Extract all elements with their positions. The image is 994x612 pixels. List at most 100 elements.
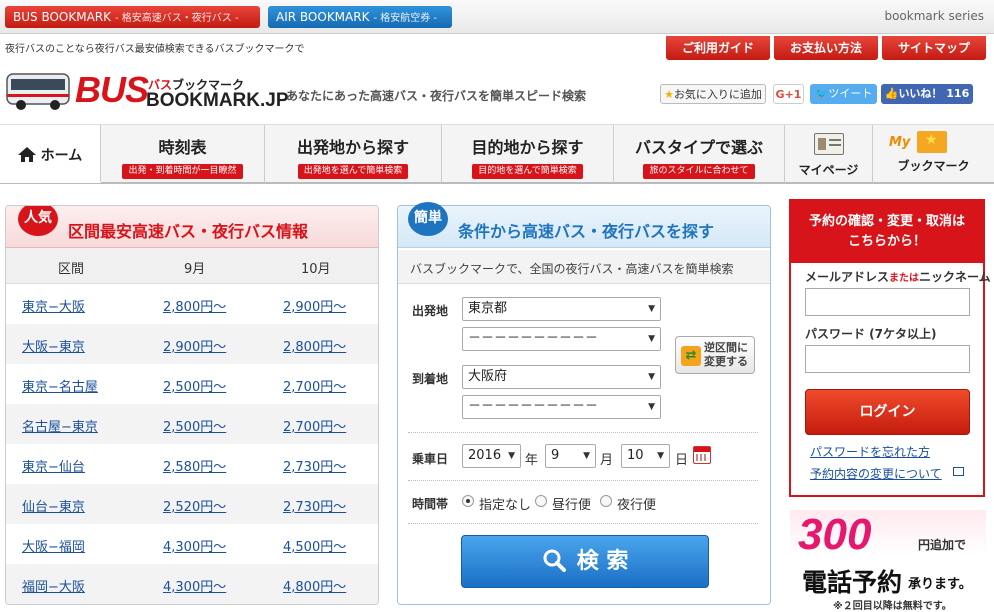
logo-bus-text[interactable]: BUS: [75, 70, 149, 110]
login-button[interactable]: ログイン: [805, 389, 970, 435]
sep-price-link[interactable]: 2,500円〜: [163, 376, 226, 395]
change-booking-link[interactable]: 予約内容の変更について: [810, 465, 942, 482]
external-link-icon: [953, 467, 964, 476]
nav-home-label: ホーム: [40, 148, 83, 164]
gplus-button[interactable]: G+1: [773, 84, 804, 104]
nav-departure[interactable]: 出発地から探す 出発地を選んで簡単検索: [265, 125, 442, 183]
phone-reservation-promo[interactable]: 300 円追加で 電話予約 承ります。 ※２回目以降は無料です。: [790, 510, 986, 612]
search-subtitle-bar: バスブックマークで、全国の夜行バス・高速バスを簡単検索: [398, 250, 770, 284]
oct-price-link[interactable]: 2,700円〜: [283, 376, 346, 395]
search-header: 簡単 条件から高速バス・夜行バスを探す: [398, 202, 770, 248]
logo-url: BOOKMARK.JP: [146, 90, 289, 111]
sep-price-link[interactable]: 4,300円〜: [163, 576, 226, 595]
route-link[interactable]: 東京−仙台: [22, 456, 85, 475]
depart-city-select[interactable]: －－－－－－－－－－ ▼: [462, 327, 661, 351]
swap-line2: 変更する: [704, 355, 748, 368]
top-bar: BUS BOOKMARK - 格安高速バス・夜行バス - AIR BOOKMARK…: [0, 0, 994, 34]
email-input[interactable]: [805, 288, 970, 316]
route-link[interactable]: 仙台−東京: [22, 496, 85, 515]
route-link[interactable]: 名古屋−東京: [22, 416, 98, 435]
dropdown-arrow-icon: ▼: [648, 402, 655, 412]
oct-price-link[interactable]: 2,730円〜: [283, 456, 346, 475]
nav-mypage-label: マイページ: [798, 163, 859, 177]
oct-price-link[interactable]: 4,500円〜: [283, 536, 346, 555]
oct-price-link[interactable]: 2,900円〜: [283, 296, 346, 315]
promo-main-suffix: 承ります。: [908, 577, 972, 592]
sitemap-link[interactable]: サイトマップ: [882, 36, 986, 60]
nav-mybookmark-label: ブックマーク: [897, 159, 970, 173]
table-row: 東京−名古屋 2,500円〜 2,700円〜: [6, 364, 378, 404]
arrive-pref-select[interactable]: 大阪府 ▼: [462, 365, 661, 389]
month-value: 9: [551, 448, 560, 463]
nav-bustype-title: バスタイプで選ぶ: [634, 138, 763, 157]
bus-bookmark-sub: - 格安高速バス・夜行バス -: [115, 13, 239, 24]
route-link[interactable]: 東京−大阪: [22, 296, 85, 315]
main-nav: ホーム 時刻表 出発・到着時間が一目瞭然 出発地から探す 出発地を選んで簡単検索…: [0, 124, 994, 184]
time-none-radio[interactable]: [462, 495, 474, 507]
table-row: 福岡−大阪 4,300円〜 4,800円〜: [6, 564, 378, 604]
day-unit: 日: [675, 453, 689, 468]
arrive-pref-value: 大阪府: [468, 369, 508, 384]
dropdown-arrow-icon: ▼: [648, 372, 655, 382]
air-bookmark-sub: - 格安航空券 -: [373, 13, 438, 24]
time-night-radio[interactable]: [600, 495, 612, 507]
search-badge: 簡単: [408, 202, 448, 236]
route-link[interactable]: 福岡−大阪: [22, 576, 85, 595]
year-select[interactable]: 2016 ▼: [462, 444, 521, 468]
nav-destination[interactable]: 目的地から探す 目的地を選んで簡単検索: [442, 125, 614, 183]
month-select[interactable]: 9 ▼: [545, 444, 596, 468]
oct-price-link[interactable]: 2,700円〜: [283, 416, 346, 435]
nav-timetable-sub: 出発・到着時間が一目瞭然: [122, 164, 243, 179]
like-button[interactable]: 👍いいね！ 116: [881, 84, 973, 104]
nav-timetable[interactable]: 時刻表 出発・到着時間が一目瞭然: [101, 125, 265, 183]
email-label: メールアドレスまたはニックネーム: [805, 268, 991, 285]
oct-price-link[interactable]: 2,800円〜: [283, 336, 346, 355]
year-value: 2016: [468, 448, 502, 463]
search-button[interactable]: 検 索: [461, 535, 709, 588]
guide-link[interactable]: ご利用ガイド: [666, 36, 770, 60]
day-select[interactable]: 10 ▼: [621, 444, 670, 468]
sep-price-link[interactable]: 2,520円〜: [163, 496, 226, 515]
sep-price-link[interactable]: 4,300円〜: [163, 536, 226, 555]
payment-link[interactable]: お支払い方法: [774, 36, 878, 60]
my-badge: My: [889, 135, 911, 150]
nav-home[interactable]: ホーム: [0, 125, 101, 183]
route-link[interactable]: 東京−名古屋: [22, 376, 98, 395]
time-label: 時間帯: [412, 497, 449, 511]
arrive-label: 到着地: [412, 372, 449, 386]
sep-price-link[interactable]: 2,900円〜: [163, 336, 226, 355]
nav-destination-sub: 目的地を選んで簡単検索: [472, 164, 583, 179]
tagline: 夜行バスのことなら夜行バス最安値検索できるバスブックマークで: [5, 44, 305, 55]
depart-city-value: －－－－－－－－－－: [468, 331, 599, 346]
route-link[interactable]: 大阪−東京: [22, 336, 85, 355]
depart-pref-select[interactable]: 東京都 ▼: [462, 297, 661, 321]
star-icon: ★: [664, 88, 674, 101]
promo-suffix: 円追加で: [918, 538, 967, 552]
tweet-button[interactable]: 🐦ツイート: [810, 84, 877, 104]
favorite-button[interactable]: ★お気に入りに追加: [660, 84, 766, 104]
nav-bustype[interactable]: バスタイプで選ぶ 旅のスタイルに合わせて: [614, 125, 785, 183]
route-link[interactable]: 大阪−福岡: [22, 536, 85, 555]
calendar-icon[interactable]: [693, 446, 711, 464]
swap-route-button[interactable]: ⇄ 逆区間に 変更する: [675, 336, 755, 374]
forgot-password-link[interactable]: パスワードを忘れた方: [810, 443, 930, 460]
sep-price-link[interactable]: 2,580円〜: [163, 456, 226, 475]
arrive-city-value: －－－－－－－－－－: [468, 399, 599, 414]
nav-mybookmark[interactable]: My ★ ブックマーク: [873, 125, 994, 183]
bus-bookmark-tab[interactable]: BUS BOOKMARK - 格安高速バス・夜行バス -: [5, 6, 260, 28]
month-unit: 月: [600, 453, 614, 468]
oct-price-link[interactable]: 2,730円〜: [283, 496, 346, 515]
time-day-radio[interactable]: [535, 495, 547, 507]
arrive-city-select[interactable]: －－－－－－－－－－ ▼: [462, 395, 661, 419]
swap-icon: ⇄: [681, 346, 701, 366]
search-subtitle: バスブックマークで、全国の夜行バス・高速バスを簡単検索: [410, 262, 734, 276]
nav-mypage[interactable]: マイページ: [785, 125, 873, 183]
oct-price-link[interactable]: 4,800円〜: [283, 576, 346, 595]
sep-price-link[interactable]: 2,500円〜: [163, 416, 226, 435]
air-bookmark-tab[interactable]: AIR BOOKMARK - 格安航空券 -: [268, 6, 452, 28]
sep-price-link[interactable]: 2,800円〜: [163, 296, 226, 315]
thumbs-up-icon: 👍: [884, 87, 899, 100]
password-input[interactable]: [805, 345, 970, 373]
nav-destination-title: 目的地から探す: [471, 138, 584, 157]
email-label-or: または: [889, 273, 920, 284]
